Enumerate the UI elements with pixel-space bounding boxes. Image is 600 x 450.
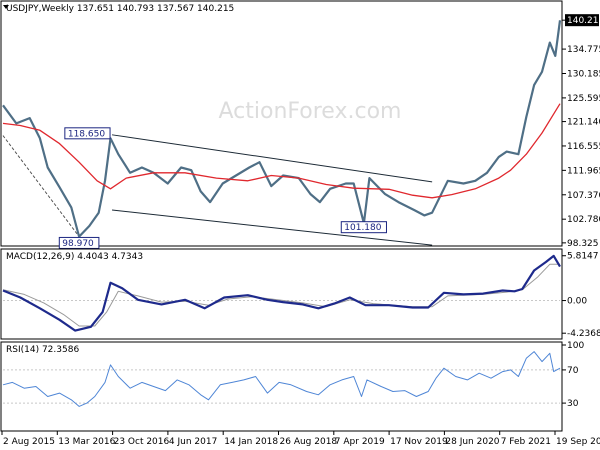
rsi-axis-tick-label: 100 [567,341,584,351]
x-tick-label: 19 Sep 2021 [556,437,600,447]
watermark: ActionForex.com [219,99,402,124]
price-axis-tick-label: 130.185 [567,69,600,79]
x-tick-label: 13 Mar 2016 [58,437,115,447]
x-tick-label: 7 Feb 2021 [501,437,551,447]
macd-axis-tick-label: 5.8147 [567,252,599,262]
price-axis-current-value-label: 140.215 [567,16,600,26]
rsi-panel [0,341,563,432]
macd-axis-tick-label: 0.00 [567,297,587,307]
price-axis-tick-label: 98.325 [567,239,599,249]
annotation-label: 118.650 [68,129,105,139]
price-axis-tick-label: 116.555 [567,142,600,152]
price-axis-tick-label: 107.370 [567,191,600,201]
macd-axis-tick-label: -4.2368 [567,329,600,339]
x-axis: 2 Aug 2015 13 Mar 201623 Oct 2016 4 Jun 20… [1,431,600,447]
chart-canvas: ActionForex.com USDJPY,Weekly 137.651 14… [0,0,600,447]
rsi-header: RSI(14) 72.3586 [6,345,79,355]
rsi-axis-tick-label: 70 [567,366,579,376]
x-tick-label: 4 Jun 2017 [169,437,217,447]
x-tick-label: 7 Apr 2019 [335,437,385,447]
price-y-axis: 140.215 134.775 130.185 125.595 121.140 116.5… [562,14,600,249]
x-tick-label: 2 Aug 2015 [3,437,55,447]
rsi-axis-tick-label: 30 [567,399,579,409]
price-axis-tick-label: 134.775 [567,45,600,55]
x-tick-label: 14 Jan 2018 [224,437,278,447]
price-axis-tick-label: 121.140 [567,118,600,128]
x-tick-label: 26 Aug 2018 [280,437,338,447]
x-tick-label: 23 Oct 2016 [114,437,170,447]
macd-header: MACD(12,26,9) 4.4043 4.7343 [6,252,143,262]
price-axis-tick-label: 125.595 [567,94,600,104]
price-header: USDJPY,Weekly 137.651 140.793 137.567 14… [6,4,234,14]
macd-y-axis: 5.8147 0.00 -4.2368 [562,252,600,339]
rsi-y-axis: 100 70 30 [562,341,584,409]
price-axis-tick-label: 111.965 [567,166,600,176]
price-axis-tick-label: 102.780 [567,215,600,225]
x-tick-label: 28 Jun 2020 [445,437,499,447]
annotation-label: 101.180 [344,223,381,233]
annotation-label: 98.970 [62,239,94,249]
x-tick-label: 17 Nov 2019 [390,437,448,447]
